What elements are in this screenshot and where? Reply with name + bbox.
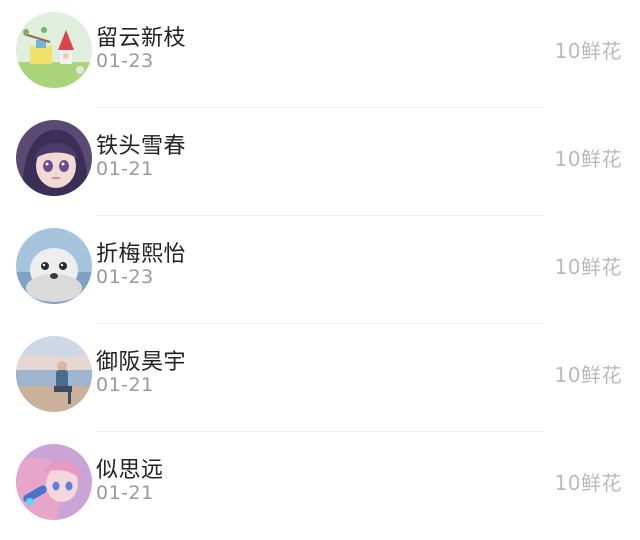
list-item[interactable]: 留云新枝 01-23 10鲜花 — [0, 0, 640, 108]
avatar-anime-pink-icon — [16, 444, 92, 520]
list-item[interactable]: 御阪昊宇 01-21 10鲜花 — [0, 324, 640, 432]
gift-amount: 10鲜花 — [554, 39, 622, 63]
user-name: 铁头雪春 — [96, 134, 187, 159]
avatar-anime-girl-icon — [16, 120, 92, 196]
gift-record-list: 留云新枝 01-23 10鲜花 铁头雪春 01-21 10鲜花 折梅熙怡 01-… — [0, 0, 640, 540]
avatar-seal-icon — [16, 228, 92, 304]
list-item[interactable]: 似思远 01-21 10鲜花 — [0, 432, 640, 540]
user-avatar[interactable] — [16, 12, 92, 88]
user-avatar[interactable] — [16, 444, 92, 520]
user-name: 留云新枝 — [96, 26, 187, 51]
user-avatar[interactable] — [16, 228, 92, 304]
user-avatar[interactable] — [16, 120, 92, 196]
user-avatar[interactable] — [16, 336, 92, 412]
gift-date: 01-23 — [96, 50, 154, 72]
list-item[interactable]: 铁头雪春 01-21 10鲜花 — [0, 108, 640, 216]
avatar-person-sea-icon — [16, 336, 92, 412]
gift-amount: 10鲜花 — [554, 471, 622, 495]
user-name: 御阪昊宇 — [96, 350, 187, 375]
user-name: 折梅熙怡 — [96, 242, 187, 267]
gift-date: 01-21 — [96, 158, 154, 180]
gift-amount: 10鲜花 — [554, 363, 622, 387]
gift-date: 01-23 — [96, 266, 154, 288]
gift-date: 01-21 — [96, 482, 154, 504]
avatar-cartoon-gnome-icon — [16, 12, 92, 88]
list-item[interactable]: 折梅熙怡 01-23 10鲜花 — [0, 216, 640, 324]
gift-date: 01-21 — [96, 374, 154, 396]
gift-amount: 10鲜花 — [554, 255, 622, 279]
gift-amount: 10鲜花 — [554, 147, 622, 171]
user-name: 似思远 — [96, 458, 164, 483]
